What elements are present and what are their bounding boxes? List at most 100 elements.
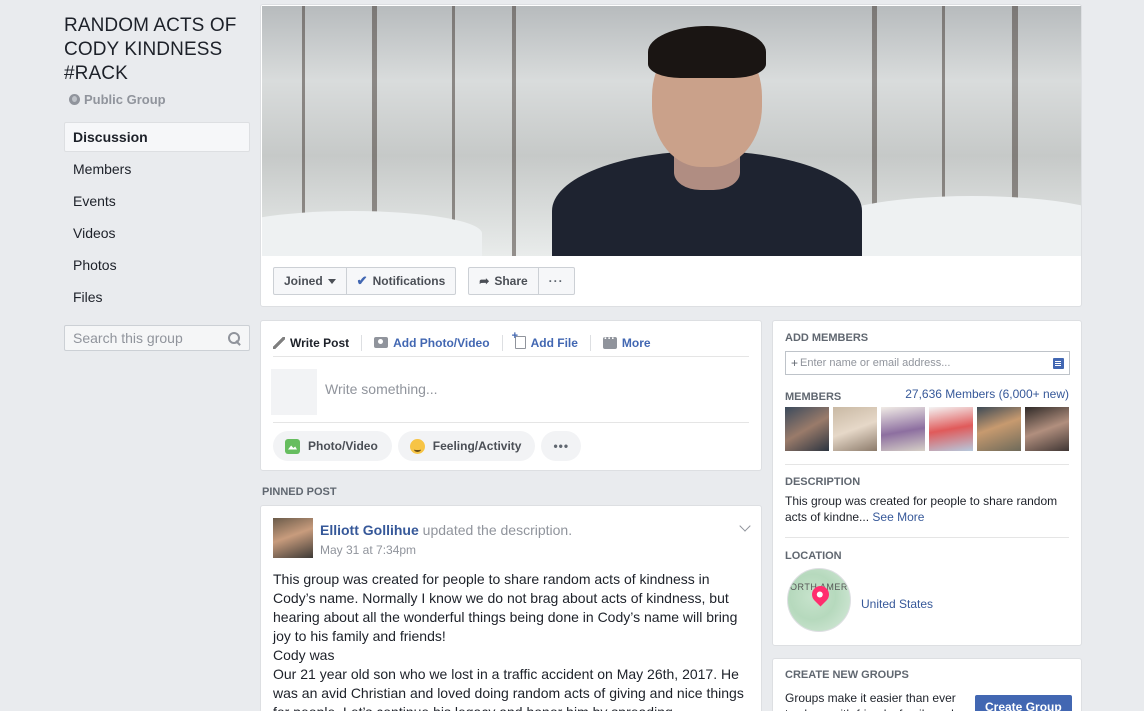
group-info-card: ADD MEMBERS + MEMBERS 27,636 Members (6,…: [772, 320, 1082, 646]
globe-icon: [69, 94, 80, 105]
cover-card: Joined ✔ Notifications ➦ Share ···: [260, 4, 1082, 307]
divider: [273, 422, 749, 423]
snow-bank: [262, 211, 482, 256]
pencil-icon: [273, 336, 285, 349]
composer-avatar: [271, 369, 317, 415]
share-buttons: ➦ Share ···: [468, 267, 575, 295]
group-search[interactable]: [64, 325, 250, 351]
group-nav: Discussion Members Events Videos Photos …: [64, 122, 250, 312]
nav-item-files[interactable]: Files: [64, 282, 250, 312]
author-avatar[interactable]: [273, 518, 313, 558]
post-paragraph: Cody was: [273, 647, 335, 663]
description-text: This group was created for people to sha…: [785, 493, 1071, 525]
nav-label: Discussion: [73, 129, 148, 145]
nav-item-events[interactable]: Events: [64, 186, 250, 216]
member-avatar[interactable]: [785, 407, 829, 451]
tab-label: Add File: [530, 335, 578, 350]
photo-icon: [285, 438, 300, 454]
tab-more[interactable]: More: [591, 333, 663, 351]
privacy-label: Public Group: [64, 92, 250, 107]
checkmark-icon: ✔: [356, 273, 368, 288]
more-icon: [602, 333, 617, 349]
more-options-button[interactable]: ···: [539, 268, 574, 294]
photo-video-button[interactable]: Photo/Video: [273, 431, 392, 461]
nav-label: Photos: [73, 257, 117, 273]
nav-label: Members: [73, 161, 132, 177]
membership-buttons: Joined ✔ Notifications: [273, 267, 457, 295]
divider: [785, 537, 1069, 538]
search-icon[interactable]: [228, 331, 241, 345]
notifications-button[interactable]: ✔ Notifications: [347, 268, 456, 294]
tab-write-post[interactable]: Write Post: [273, 334, 363, 351]
tab-label: Add Photo/Video: [393, 335, 490, 350]
members-heading: MEMBERS: [785, 391, 842, 403]
create-group-card: CREATE NEW GROUPS Groups make it easier …: [772, 658, 1082, 711]
tab-label: More: [621, 335, 651, 350]
composer-input[interactable]: Write something...: [325, 381, 438, 397]
post-paragraph: This group was created for people to sha…: [273, 571, 738, 644]
member-avatar[interactable]: [833, 407, 877, 451]
person-hair: [648, 26, 766, 78]
composer-more-button[interactable]: •••: [541, 431, 582, 461]
post-composer: Write Post Add Photo/Video Add File More…: [260, 320, 762, 471]
pinned-post: Elliott Gollihue updated the description…: [260, 505, 762, 711]
nav-item-discussion[interactable]: Discussion: [64, 122, 250, 152]
camera-icon: [374, 337, 389, 348]
see-more-link[interactable]: See More: [872, 510, 924, 524]
post-paragraph: Our 21 year old son who we lost in a tra…: [273, 666, 744, 711]
location-link[interactable]: United States: [861, 597, 933, 611]
share-arrow-icon: ➦: [479, 274, 490, 288]
share-button[interactable]: ➦ Share: [469, 268, 539, 294]
post-timestamp[interactable]: May 31 at 7:34pm: [320, 543, 416, 557]
privacy-text: Public Group: [84, 92, 166, 107]
feeling-activity-button[interactable]: Feeling/Activity: [397, 431, 536, 461]
divider: [785, 464, 1069, 465]
create-groups-text: Groups make it easier than ever to share…: [785, 691, 956, 711]
location-map[interactable]: ORTH AMER: [787, 568, 851, 632]
address-book-icon[interactable]: [1053, 357, 1064, 369]
member-avatar[interactable]: [929, 407, 973, 451]
add-members-field[interactable]: +: [785, 351, 1070, 375]
cover-photo[interactable]: [262, 6, 1081, 256]
cover-actions: Joined ✔ Notifications ➦ Share ···: [273, 267, 575, 295]
nav-item-photos[interactable]: Photos: [64, 250, 250, 280]
group-title[interactable]: RANDOM ACTS OF CODY KINDNESS #RACK: [64, 14, 250, 86]
more-dots-icon: •••: [553, 439, 570, 453]
nav-label: Videos: [73, 225, 116, 241]
post-header: Elliott Gollihue updated the description…: [320, 522, 572, 538]
pill-label: Photo/Video: [308, 439, 378, 453]
composer-pills: Photo/Video Feeling/Activity •••: [273, 431, 582, 461]
share-label: Share: [494, 274, 528, 288]
nav-label: Events: [73, 193, 116, 209]
more-dots-icon: ···: [548, 274, 564, 288]
member-avatar[interactable]: [1025, 407, 1069, 451]
tab-add-file[interactable]: Add File: [503, 330, 591, 351]
plus-icon: +: [791, 356, 799, 370]
joined-button[interactable]: Joined: [274, 268, 347, 294]
tree-trunk: [512, 6, 516, 256]
nav-item-members[interactable]: Members: [64, 154, 250, 184]
tab-add-photo-video[interactable]: Add Photo/Video: [362, 334, 503, 351]
member-avatar[interactable]: [977, 407, 1021, 451]
group-search-input[interactable]: [73, 330, 213, 346]
nav-label: Files: [73, 289, 103, 305]
add-members-input[interactable]: [800, 357, 1041, 369]
member-avatar[interactable]: [881, 407, 925, 451]
joined-label: Joined: [284, 274, 323, 288]
add-file-icon: [512, 330, 526, 349]
nav-item-videos[interactable]: Videos: [64, 218, 250, 248]
chevron-down-icon[interactable]: [739, 520, 751, 532]
composer-tabs: Write Post Add Photo/Video Add File More: [273, 329, 749, 357]
description-heading: DESCRIPTION: [785, 476, 861, 488]
pill-label: Feeling/Activity: [432, 439, 522, 453]
left-sidebar: RANDOM ACTS OF CODY KINDNESS #RACK Publi…: [64, 14, 250, 351]
create-groups-heading: CREATE NEW GROUPS: [785, 669, 909, 681]
caret-down-icon: [327, 278, 336, 284]
create-group-button[interactable]: Create Group: [975, 695, 1072, 711]
notifications-label: Notifications: [372, 274, 446, 288]
member-thumbnails: [785, 407, 1069, 451]
members-count-link[interactable]: 27,636 Members (6,000+ new): [905, 387, 1069, 401]
post-action-text: updated the description.: [418, 522, 573, 538]
smiley-icon: [409, 438, 425, 454]
author-name-link[interactable]: Elliott Gollihue: [320, 522, 419, 538]
